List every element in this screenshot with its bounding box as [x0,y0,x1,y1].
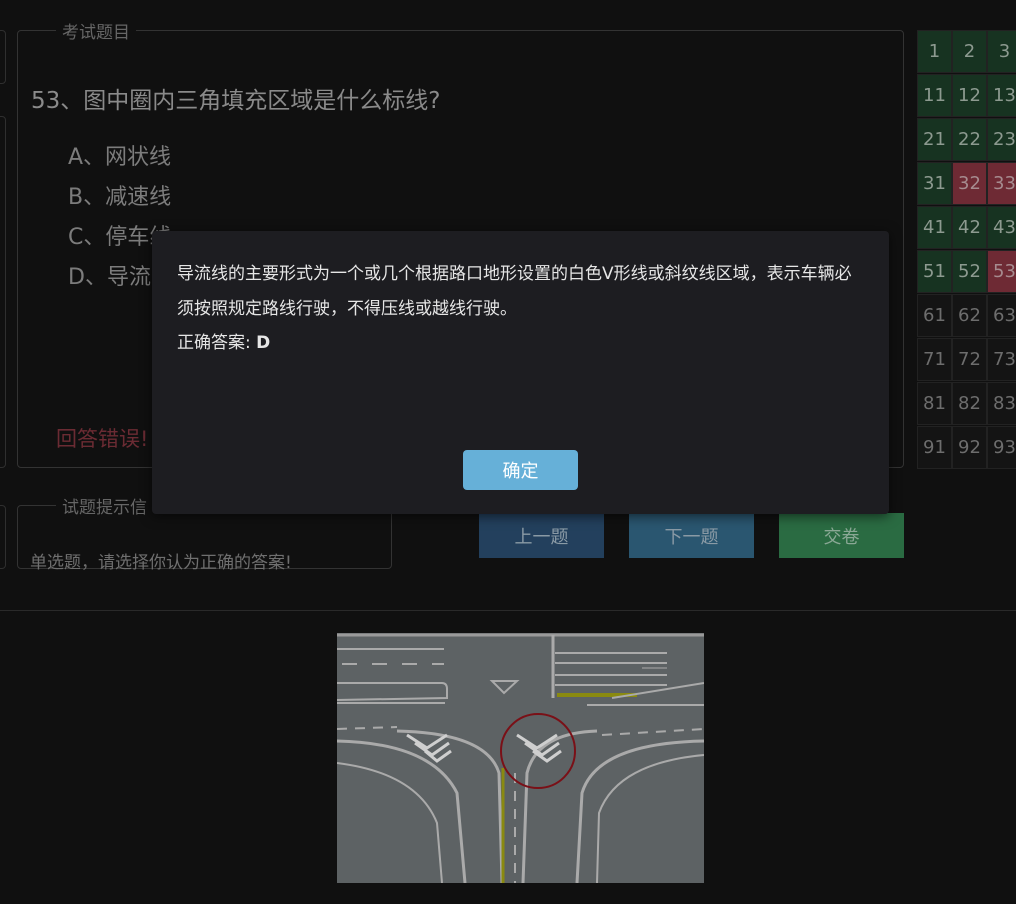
question-number-cell[interactable]: 11 [917,74,952,117]
question-number-cell[interactable]: 52 [952,250,987,293]
option-b[interactable]: B、减速线 [68,179,171,211]
answer-result-text: 回答错误! [56,427,149,451]
confirm-button[interactable]: 确定 [463,450,578,490]
next-question-button[interactable]: 下一题 [629,513,754,558]
question-number-cell[interactable]: 73 [987,338,1016,381]
question-number-cell[interactable]: 22 [952,118,987,161]
question-number-cell[interactable]: 51 [917,250,952,293]
prev-question-button[interactable]: 上一题 [479,513,604,558]
explanation-text: 导流线的主要形式为一个或几个根据路口地形设置的白色V形线或斜纹线区域，表示车辆必… [177,264,852,319]
question-number-cell[interactable]: 62 [952,294,987,337]
question-text: 53、图中圈内三角填充区域是什么标线? [31,88,441,114]
left-panel-edge-top [0,30,6,84]
option-d[interactable]: D、导流 [68,259,151,291]
hint-panel-legend: 试题提示信 [62,498,147,518]
question-number-cell[interactable]: 81 [917,382,952,425]
question-number-cell[interactable]: 21 [917,118,952,161]
question-number-cell[interactable]: 32 [952,162,987,205]
option-a[interactable]: A、网状线 [68,139,171,171]
question-number-cell[interactable]: 23 [987,118,1016,161]
question-number-cell[interactable]: 3 [987,30,1016,73]
question-number-cell[interactable]: 93 [987,426,1016,469]
correct-answer: 正确答案: D [177,326,270,361]
question-number-cell[interactable]: 31 [917,162,952,205]
question-image [337,633,704,883]
question-number-cell[interactable]: 63 [987,294,1016,337]
question-number-cell[interactable]: 83 [987,382,1016,425]
question-number-cell[interactable]: 41 [917,206,952,249]
question-number-cell[interactable]: 2 [952,30,987,73]
question-number-cell[interactable]: 42 [952,206,987,249]
question-panel-legend: 考试题目 [62,23,130,43]
question-number-cell[interactable]: 53 [987,250,1016,293]
left-panel-edge-bottom [0,505,6,569]
question-number-cell[interactable]: 1 [917,30,952,73]
explanation-dialog: 导流线的主要形式为一个或几个根据路口地形设置的白色V形线或斜纹线区域，表示车辆必… [152,231,889,514]
correct-answer-value: D [256,333,271,353]
divider [0,610,1016,611]
submit-exam-button[interactable]: 交卷 [779,513,904,558]
question-number-cell[interactable]: 82 [952,382,987,425]
question-number-cell[interactable]: 12 [952,74,987,117]
question-number-cell[interactable]: 91 [917,426,952,469]
correct-answer-label: 正确答案: [177,333,251,353]
question-number-cell[interactable]: 61 [917,294,952,337]
left-panel-edge-middle [0,116,6,468]
question-number-cell[interactable]: 71 [917,338,952,381]
hint-text: 单选题，请选择你认为正确的答案! [30,553,292,573]
question-number-cell[interactable]: 72 [952,338,987,381]
question-number-cell[interactable]: 92 [952,426,987,469]
question-number-cell[interactable]: 33 [987,162,1016,205]
question-number-cell[interactable]: 43 [987,206,1016,249]
question-number-cell[interactable]: 13 [987,74,1016,117]
